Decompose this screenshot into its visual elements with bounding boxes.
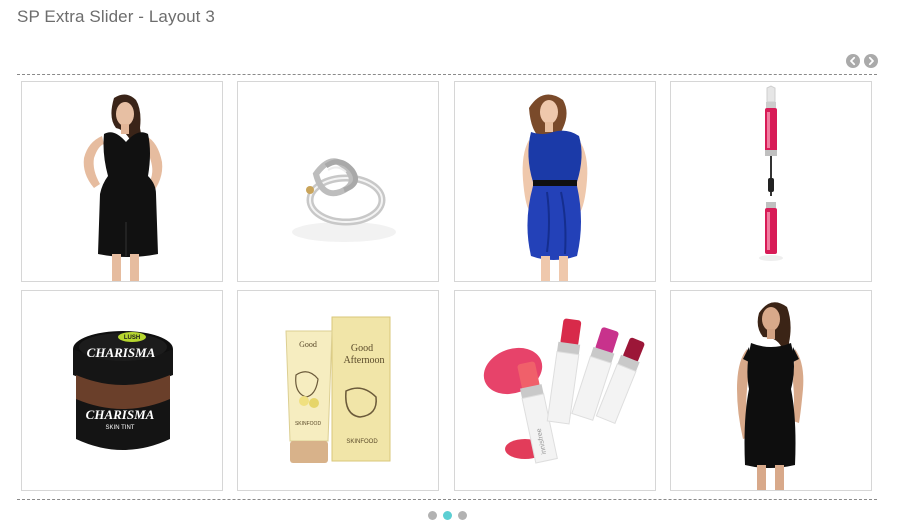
prev-button[interactable]: [846, 54, 860, 68]
skin-tint-label: SKIN TINT: [106, 425, 135, 431]
tube-photo-icon: Good Afternoon SKINFOOD Good SKINFOOD: [285, 316, 391, 463]
charisma-label-jar: CHARISMA: [86, 407, 155, 422]
jar-photo-icon: LUSH CHARISMA CHARISMA SKIN TINT: [73, 331, 173, 450]
product-lipstick-set[interactable]: innisfree: [454, 290, 656, 491]
lush-badge: LUSH: [124, 335, 140, 341]
lipstick-photo-icon: innisfree: [483, 318, 645, 464]
chevron-right-icon: [868, 56, 874, 66]
product-charisma-skin-tint[interactable]: LUSH CHARISMA CHARISMA SKIN TINT: [21, 290, 223, 491]
product-black-cold-shoulder-dress[interactable]: [670, 290, 872, 491]
chevron-left-icon: [850, 56, 856, 66]
page-title: SP Extra Slider - Layout 3: [17, 7, 215, 26]
box-good-label: Good: [351, 343, 373, 354]
box-afternoon-label: Afternoon: [343, 355, 384, 366]
product-good-afternoon-cream[interactable]: Good Afternoon SKINFOOD Good SKINFOOD: [237, 290, 439, 491]
ring-photo-icon: [292, 158, 396, 242]
divider-bottom: [17, 499, 877, 500]
next-button[interactable]: [864, 54, 878, 68]
product-silver-knot-ring[interactable]: [237, 81, 439, 282]
product-blue-draped-dress[interactable]: [454, 81, 656, 282]
product-black-peplum-dress[interactable]: [21, 81, 223, 282]
divider-top: [17, 74, 877, 75]
box-brand-label: SKINFOOD: [346, 439, 378, 445]
mascara-photo-icon: [759, 85, 783, 261]
tube-good-label: Good: [299, 340, 317, 349]
tube-brand-label: SKINFOOD: [295, 421, 322, 427]
pagination-dot-2[interactable]: [443, 511, 452, 520]
pagination-dot-3[interactable]: [458, 511, 467, 520]
dress-photo-icon: [83, 94, 163, 281]
product-pink-mascara[interactable]: [670, 81, 872, 282]
pagination-dot-1[interactable]: [428, 511, 437, 520]
dress-photo-icon: [522, 94, 588, 281]
dress-photo-icon: [737, 302, 804, 490]
charisma-label-lid: CHARISMA: [87, 345, 156, 360]
